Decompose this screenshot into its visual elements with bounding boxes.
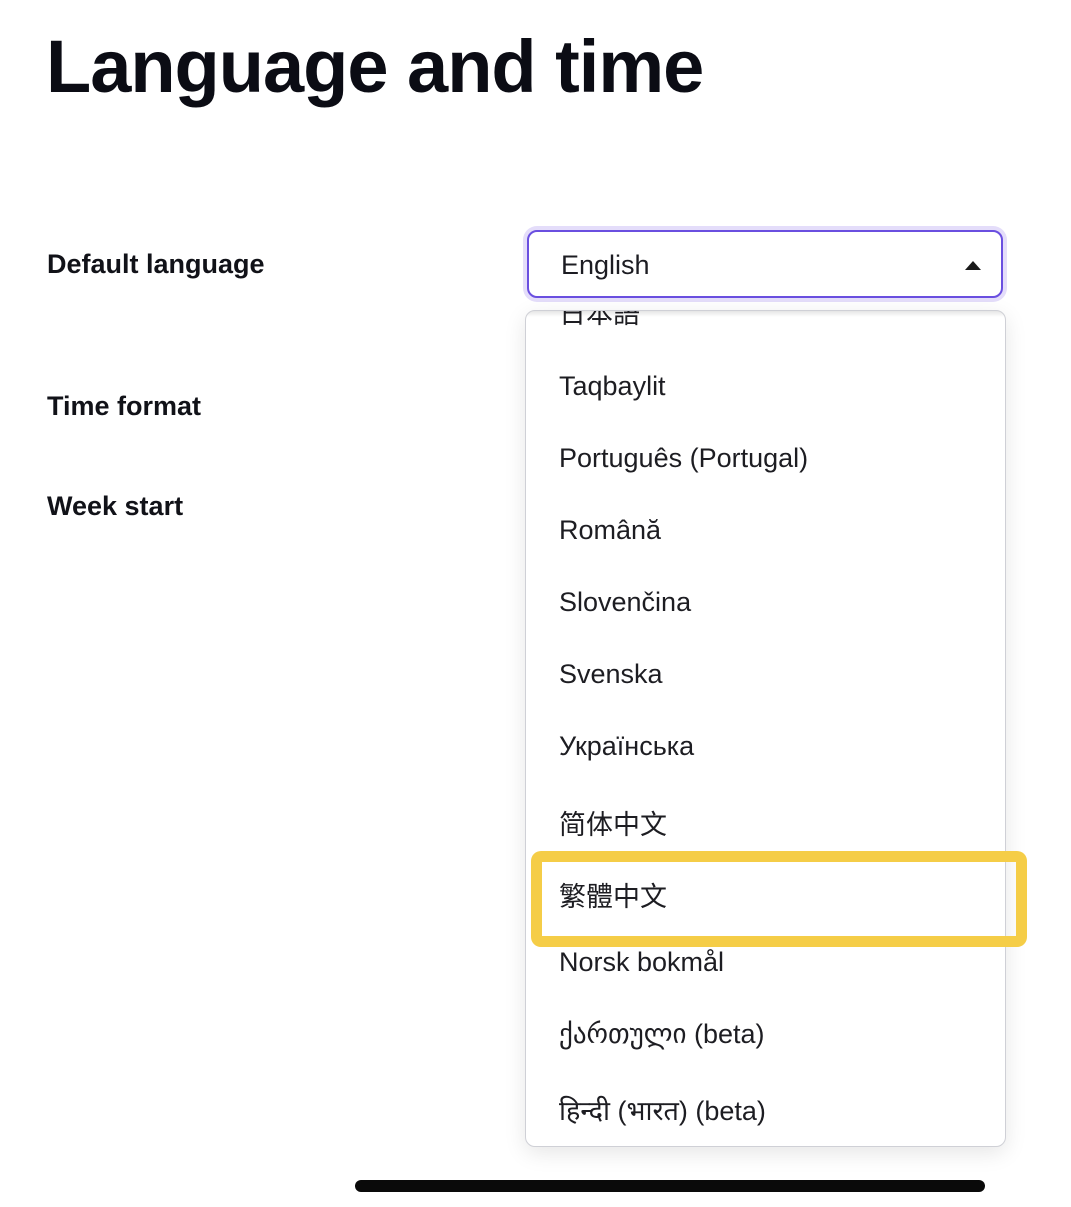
language-option-portuguese-portugal[interactable]: Português (Portugal) bbox=[526, 423, 1005, 495]
language-option-georgian[interactable]: ქართული (beta) bbox=[526, 999, 1005, 1071]
option-label: Português (Portugal) bbox=[559, 443, 809, 473]
option-label: ქართული (beta) bbox=[559, 1019, 765, 1049]
default-language-select[interactable]: English bbox=[527, 230, 1003, 298]
language-option-swedish[interactable]: Svenska bbox=[526, 639, 1005, 711]
language-option-simplified-chinese[interactable]: 简体中文 bbox=[526, 783, 1005, 855]
language-option-romanian[interactable]: Română bbox=[526, 495, 1005, 567]
option-label: Slovenčina bbox=[559, 587, 692, 617]
week-start-label: Week start bbox=[47, 491, 184, 521]
home-indicator bbox=[355, 1180, 985, 1192]
selected-language-value: English bbox=[561, 250, 650, 280]
language-option-traditional-chinese[interactable]: 繁體中文 bbox=[526, 855, 1005, 927]
language-option-ukrainian[interactable]: Українська bbox=[526, 711, 1005, 783]
time-format-label: Time format bbox=[47, 391, 202, 421]
option-label: 日本語 bbox=[559, 310, 640, 329]
option-label: Taqbaylit bbox=[559, 371, 666, 401]
language-option-hindi[interactable]: हिन्दी (भारत) (beta) bbox=[526, 1071, 1005, 1143]
language-option-norwegian-bokmal[interactable]: Norsk bokmål bbox=[526, 927, 1005, 999]
page-title: Language and time bbox=[46, 25, 704, 108]
option-label: Svenska bbox=[559, 659, 663, 689]
option-label: Українська bbox=[559, 731, 695, 761]
language-dropdown-list[interactable]: 日本語 Taqbaylit Português (Portugal) Român… bbox=[525, 310, 1006, 1147]
option-label: 繁體中文 bbox=[559, 882, 667, 912]
option-label: Română bbox=[559, 515, 662, 545]
option-label: हिन्दी (भारत) (beta) bbox=[559, 1096, 766, 1126]
option-label: Norsk bokmål bbox=[559, 947, 725, 977]
language-option-slovak[interactable]: Slovenčina bbox=[526, 567, 1005, 639]
default-language-label: Default language bbox=[47, 249, 265, 279]
option-label: 简体中文 bbox=[559, 810, 667, 840]
caret-up-icon bbox=[965, 261, 981, 270]
language-option-taqbaylit[interactable]: Taqbaylit bbox=[526, 351, 1005, 423]
